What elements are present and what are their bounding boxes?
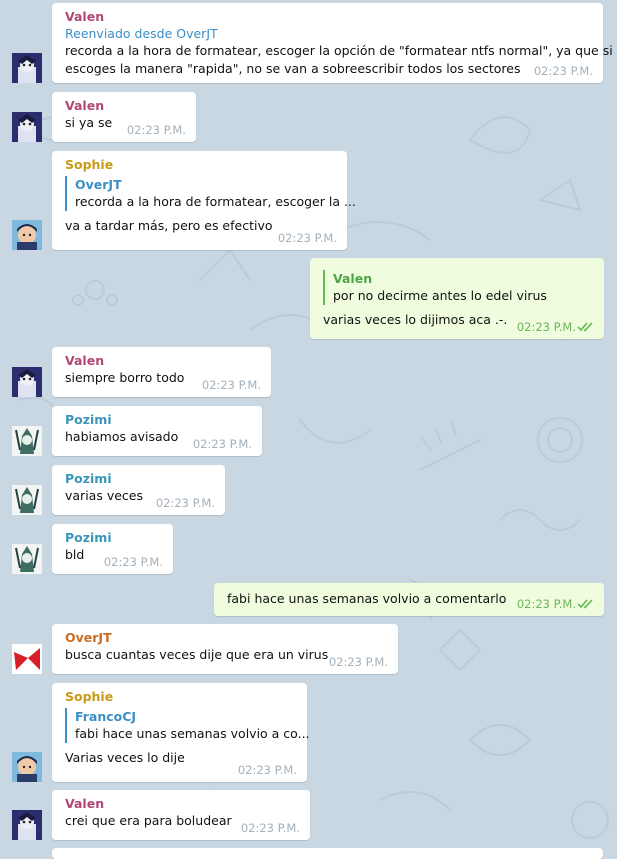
message-feed[interactable]: Valen Reenviado desde OverJT recorda a l… [0, 0, 617, 859]
message-time: 02:23 P.M. [201, 378, 261, 392]
reply-author: FrancoCJ [75, 709, 137, 724]
avatar-pozimi[interactable] [12, 426, 42, 456]
sender-name[interactable]: Valen [65, 97, 185, 114]
reply-text: por no decirme antes lo edel virus [333, 288, 547, 303]
double-check-icon [577, 322, 593, 332]
sender-name[interactable]: Valen [65, 352, 260, 369]
sender-name[interactable]: Valen [65, 795, 299, 812]
message-bubble-outgoing[interactable]: fabi hace unas semanas volvio a comentar… [214, 583, 604, 616]
message-text: recorda a la hora de formatear, escoger … [65, 43, 613, 58]
avatar-pozimi[interactable] [12, 544, 42, 574]
message-bubble[interactable]: OverJT busca cuantas veces dije que era … [52, 624, 398, 674]
sender-name[interactable]: Sophie [65, 156, 336, 173]
message-bubble[interactable]: Pozimi bld 02:23 P.M. [52, 524, 173, 574]
reply-quote[interactable]: FrancoCJ fabi hace unas semanas volvio a… [65, 708, 310, 743]
message-time: 02:23 P.M. [103, 555, 163, 569]
avatar-overjt[interactable] [12, 644, 42, 674]
avatar-sophie[interactable] [12, 220, 42, 250]
message-bubble[interactable]: Pozimi habiamos avisado 02:23 P.M. [52, 406, 262, 456]
message-bubble[interactable]: Valen Reenviado desde OverJT recorda a l… [52, 3, 613, 83]
sender-name[interactable]: Pozimi [65, 470, 214, 487]
reply-quote[interactable]: Valen por no decirme antes lo edel virus [323, 270, 593, 305]
message-time: 02:23 P.M. [533, 64, 593, 78]
forwarded-from-label[interactable]: Reenviado desde OverJT [65, 25, 592, 42]
reply-author: Valen [333, 271, 373, 286]
message-time: 02:23 P.M. [126, 123, 186, 137]
message-time: 02:23 P.M. [516, 597, 576, 611]
sender-name[interactable]: Sophie [65, 688, 296, 705]
message-bubble[interactable] [52, 848, 603, 859]
message-bubble[interactable]: Sophie FrancoCJ fabi hace unas semanas v… [52, 683, 310, 782]
sender-name[interactable]: Pozimi [65, 411, 251, 428]
avatar-valen[interactable] [12, 367, 42, 397]
avatar-sophie[interactable] [12, 752, 42, 782]
message-time: 02:23 P.M. [192, 437, 252, 451]
avatar-valen[interactable] [12, 810, 42, 840]
sender-name[interactable]: Valen [65, 8, 592, 25]
reply-text: recorda a la hora de formatear, escoger … [75, 194, 356, 209]
message-bubble[interactable]: Valen si ya se 02:23 P.M. [52, 92, 196, 142]
message-time: 02:23 P.M. [240, 821, 300, 835]
reply-text: fabi hace unas semanas volvio a co... [75, 726, 310, 741]
avatar-valen[interactable] [12, 112, 42, 142]
avatar-valen[interactable] [12, 53, 42, 83]
sender-name[interactable]: Pozimi [65, 529, 162, 546]
message-time: 02:23 P.M. [237, 763, 297, 777]
message-bubble[interactable]: Sophie OverJT recorda a la hora de forma… [52, 151, 356, 250]
message-time: 02:23 P.M. [155, 496, 215, 510]
double-check-icon [577, 599, 593, 609]
message-bubble[interactable]: Valen siempre borro todo 02:23 P.M. [52, 347, 271, 397]
message-time: 02:23 P.M. [516, 320, 576, 334]
message-bubble[interactable]: Valen crei que era para boludear 02:23 P… [52, 790, 310, 840]
reply-quote[interactable]: OverJT recorda a la hora de formatear, e… [65, 176, 356, 211]
reply-author: OverJT [75, 177, 122, 192]
message-time: 02:23 P.M. [328, 655, 388, 669]
sender-name[interactable]: OverJT [65, 629, 387, 646]
message-time: 02:23 P.M. [277, 231, 337, 245]
message-text: escoges la manera "rapida", no se van a … [65, 61, 521, 76]
avatar-pozimi[interactable] [12, 485, 42, 515]
message-bubble-outgoing[interactable]: Valen por no decirme antes lo edel virus… [310, 258, 604, 339]
message-bubble[interactable]: Pozimi varias veces 02:23 P.M. [52, 465, 225, 515]
